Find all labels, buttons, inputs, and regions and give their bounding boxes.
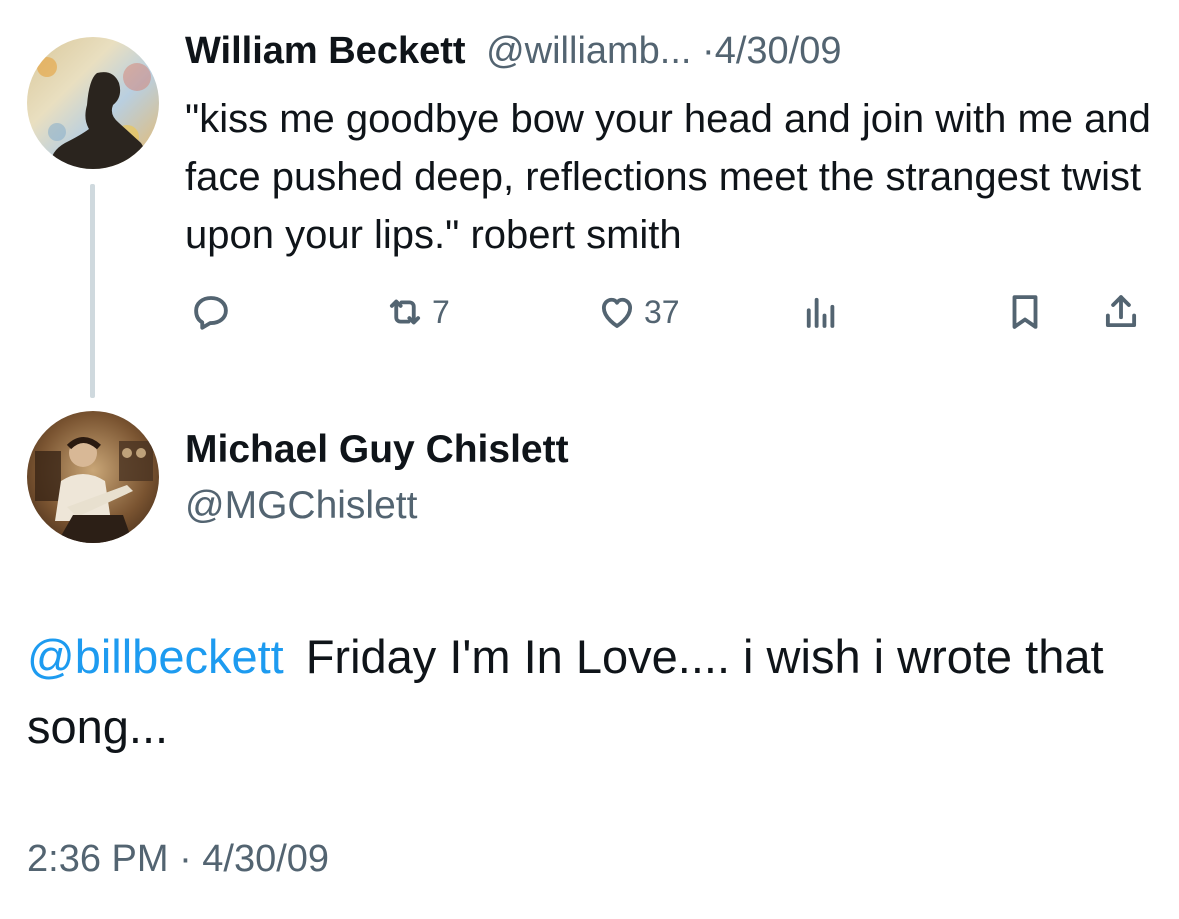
parent-tweet-text: "kiss me goodbye bow your head and join … <box>185 97 1151 257</box>
tweet-date[interactable]: 4/30/09 <box>715 30 842 72</box>
heart-icon <box>601 297 633 328</box>
avatar-william-beckett[interactable] <box>27 37 159 169</box>
reply-author-handle[interactable]: @MGChislett <box>185 484 417 528</box>
retweet-count: 7 <box>432 293 450 330</box>
reply-author-name[interactable]: Michael Guy Chislett <box>185 428 569 472</box>
tweet-action-bar: 7 37 <box>0 288 1179 336</box>
reply-icon <box>194 296 228 330</box>
reply-timestamp[interactable]: 2:36 PM · 4/30/09 <box>27 838 329 881</box>
share-icon <box>1105 295 1137 328</box>
mention-link[interactable]: @billbeckett <box>27 630 284 683</box>
avatar-image <box>27 37 159 169</box>
reply-tweet-text-container: @billbeckett Friday I'm In Love.... i wis… <box>27 622 1157 762</box>
author-name[interactable]: William Beckett <box>185 30 466 72</box>
header-separator: · <box>702 30 715 72</box>
share-button[interactable] <box>1100 288 1142 336</box>
author-handle[interactable]: @williamb... <box>486 30 691 72</box>
bookmark-button[interactable] <box>1004 288 1046 336</box>
avatar-michael-guy-chislett[interactable] <box>27 411 159 543</box>
views-icon <box>806 297 835 328</box>
retweet-icon <box>389 299 421 325</box>
parent-tweet-header: William Beckett @williamb... ·4/30/09 <box>185 30 842 73</box>
reply-button[interactable] <box>190 288 232 336</box>
avatar-image <box>27 411 159 543</box>
like-count: 37 <box>644 293 680 330</box>
like-button[interactable]: 37 <box>596 288 680 336</box>
retweet-button[interactable]: 7 <box>384 288 450 336</box>
bookmark-icon <box>1012 295 1038 329</box>
views-button[interactable] <box>800 288 842 336</box>
